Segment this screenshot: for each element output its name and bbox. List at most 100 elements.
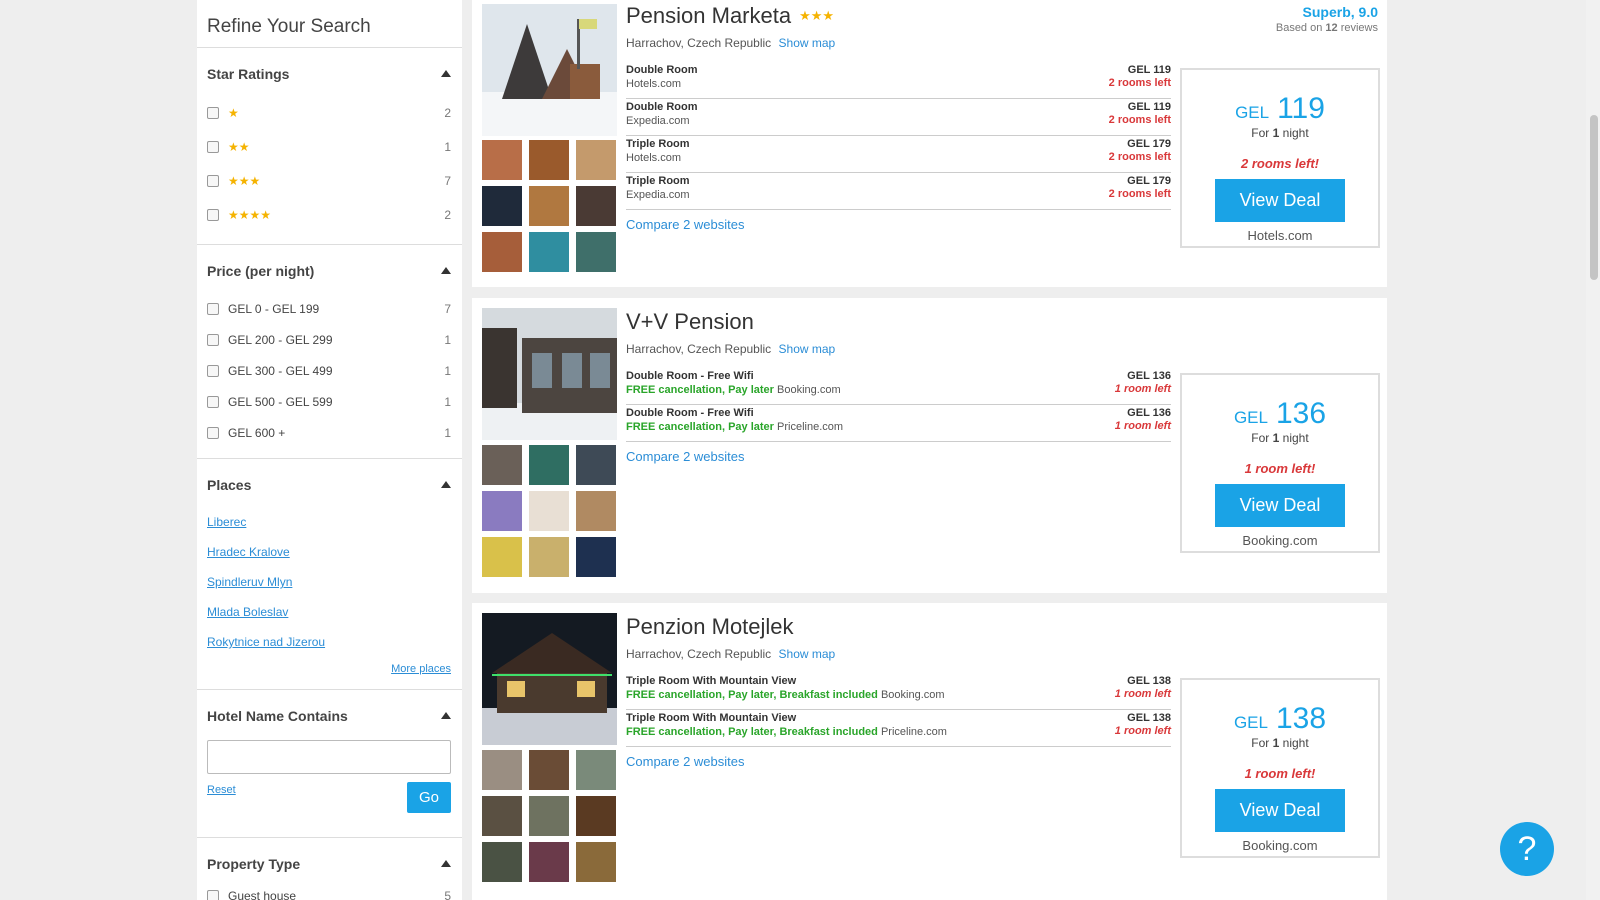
thumbnail-photo[interactable] [576, 445, 616, 485]
hotel-name-input[interactable] [207, 740, 451, 774]
show-map-link[interactable]: Show map [779, 647, 836, 661]
deal-nights-prefix: For [1251, 736, 1273, 750]
property-type-header[interactable]: Property Type [207, 838, 451, 886]
checkbox[interactable] [207, 175, 219, 187]
thumbnail-photo[interactable] [482, 491, 522, 531]
thumbnail-photo[interactable] [576, 232, 616, 272]
thumbnail-photo[interactable] [482, 537, 522, 577]
reset-link[interactable]: Reset [207, 784, 236, 796]
offer-row[interactable]: Double Room Expedia.com GEL 119 2 rooms le… [626, 99, 1171, 136]
offer-price: GEL 179 [1127, 175, 1171, 187]
offer-row[interactable]: Double Room - Free Wifi FREE cancellation… [626, 368, 1171, 405]
offer-row[interactable]: Double Room Hotels.com GEL 119 2 rooms lef… [626, 62, 1171, 99]
star-ratings-header[interactable]: Star Ratings [207, 48, 451, 96]
thumbnail-photo[interactable] [576, 750, 616, 790]
thumbnail-photo[interactable] [576, 186, 616, 226]
place-link-rokytnice[interactable]: Rokytnice nad Jizerou [207, 627, 451, 657]
thumbnail-photo[interactable] [576, 796, 616, 836]
collapse-caret-icon[interactable] [441, 712, 451, 719]
thumbnail-photo[interactable] [529, 491, 569, 531]
price-filter-0-199[interactable]: GEL 0 - GEL 199 7 [207, 293, 451, 324]
compare-websites-link[interactable]: Compare 2 websites [626, 754, 1171, 769]
offer-row[interactable]: Triple Room Hotels.com GEL 179 2 rooms lef… [626, 136, 1171, 173]
place-link-spindleruv-mlyn[interactable]: Spindleruv Mlyn [207, 567, 451, 597]
thumbnail-photo[interactable] [576, 537, 616, 577]
price-filter-200-299[interactable]: GEL 200 - GEL 299 1 [207, 324, 451, 355]
offer-row[interactable]: Triple Room With Mountain View FREE cance… [626, 673, 1171, 710]
star-filter-3[interactable]: ★★★ 7 [207, 164, 451, 198]
collapse-caret-icon[interactable] [441, 481, 451, 488]
hotel-name[interactable]: Penzion Motejlek [626, 614, 794, 640]
hotel-main-photo[interactable] [482, 4, 617, 136]
thumbnail-photo[interactable] [482, 186, 522, 226]
place-link-liberec[interactable]: Liberec [207, 507, 451, 537]
thumbnail-photo[interactable] [482, 445, 522, 485]
hotel-info: Pension Marketa ★★★ Harrachov, Czech Rep… [626, 0, 1171, 232]
place-link-mlada-boleslav[interactable]: Mlada Boleslav [207, 597, 451, 627]
thumbnail-photo[interactable] [529, 232, 569, 272]
more-places-link[interactable]: More places [207, 657, 451, 681]
thumbnail-photo[interactable] [576, 140, 616, 180]
property-type-label: Guest house [228, 889, 297, 900]
property-filter-guest-house[interactable]: Guest house 5 [207, 886, 451, 900]
thumbnail-photo[interactable] [529, 537, 569, 577]
hotel-main-photo[interactable] [482, 308, 617, 440]
collapse-caret-icon[interactable] [441, 860, 451, 867]
offer-price: GEL 119 [1127, 101, 1171, 113]
star-filter-4[interactable]: ★★★★ 2 [207, 198, 451, 232]
collapse-caret-icon[interactable] [441, 70, 451, 77]
offer-row[interactable]: Triple Room Expedia.com GEL 179 2 rooms le… [626, 173, 1171, 210]
price-filter-500-599[interactable]: GEL 500 - GEL 599 1 [207, 386, 451, 417]
thumbnail-photo[interactable] [576, 842, 616, 882]
thumbnail-photo[interactable] [529, 750, 569, 790]
compare-websites-link[interactable]: Compare 2 websites [626, 217, 1171, 232]
thumbnail-photo[interactable] [529, 186, 569, 226]
collapse-caret-icon[interactable] [441, 267, 451, 274]
go-button[interactable]: Go [407, 782, 451, 813]
view-deal-button[interactable]: View Deal [1215, 179, 1345, 222]
checkbox[interactable] [207, 107, 219, 119]
scrollbar-thumb[interactable] [1590, 115, 1598, 280]
hotel-name[interactable]: Pension Marketa [626, 3, 791, 29]
thumbnail-photo[interactable] [482, 750, 522, 790]
checkbox[interactable] [207, 209, 219, 221]
thumbnail-photo[interactable] [482, 232, 522, 272]
price-filter-300-499[interactable]: GEL 300 - GEL 499 1 [207, 355, 451, 386]
checkbox[interactable] [207, 141, 219, 153]
view-deal-button[interactable]: View Deal [1215, 484, 1345, 527]
review-rating[interactable]: Superb, 9.0 Based on 12 reviews [1276, 4, 1378, 34]
offer-row[interactable]: Triple Room With Mountain View FREE cance… [626, 710, 1171, 747]
thumbnail-photo[interactable] [529, 796, 569, 836]
offer-perks: FREE cancellation, Pay later, Breakfast … [626, 689, 878, 701]
checkbox[interactable] [207, 364, 219, 377]
price-header[interactable]: Price (per night) [207, 245, 451, 293]
thumbnail-photo[interactable] [529, 842, 569, 882]
star-filter-1[interactable]: ★ 2 [207, 96, 451, 130]
places-header[interactable]: Places [207, 459, 451, 507]
thumbnail-photo[interactable] [482, 140, 522, 180]
help-question-icon[interactable]: ? [1500, 822, 1554, 876]
show-map-link[interactable]: Show map [779, 342, 836, 356]
thumbnail-photo[interactable] [482, 842, 522, 882]
view-deal-button[interactable]: View Deal [1215, 789, 1345, 832]
thumbnail-photo[interactable] [529, 140, 569, 180]
star-filter-2[interactable]: ★★ 1 [207, 130, 451, 164]
checkbox[interactable] [207, 302, 219, 315]
checkbox[interactable] [207, 890, 219, 900]
checkbox[interactable] [207, 395, 219, 408]
show-map-link[interactable]: Show map [779, 36, 836, 50]
page-scrollbar[interactable] [1586, 0, 1600, 900]
hotel-name-header[interactable]: Hotel Name Contains [207, 690, 451, 738]
price-filter-600-plus[interactable]: GEL 600 + 1 [207, 417, 451, 448]
offer-row[interactable]: Double Room - Free Wifi FREE cancellation… [626, 405, 1171, 442]
thumbnail-photo[interactable] [482, 796, 522, 836]
checkbox[interactable] [207, 426, 219, 439]
checkbox[interactable] [207, 333, 219, 346]
hotel-name[interactable]: V+V Pension [626, 309, 754, 335]
thumbnail-photo[interactable] [576, 491, 616, 531]
hotel-main-photo[interactable] [482, 613, 617, 745]
star-icon: ★ [228, 106, 239, 120]
thumbnail-photo[interactable] [529, 445, 569, 485]
place-link-hradec-kralove[interactable]: Hradec Kralove [207, 537, 451, 567]
compare-websites-link[interactable]: Compare 2 websites [626, 449, 1171, 464]
